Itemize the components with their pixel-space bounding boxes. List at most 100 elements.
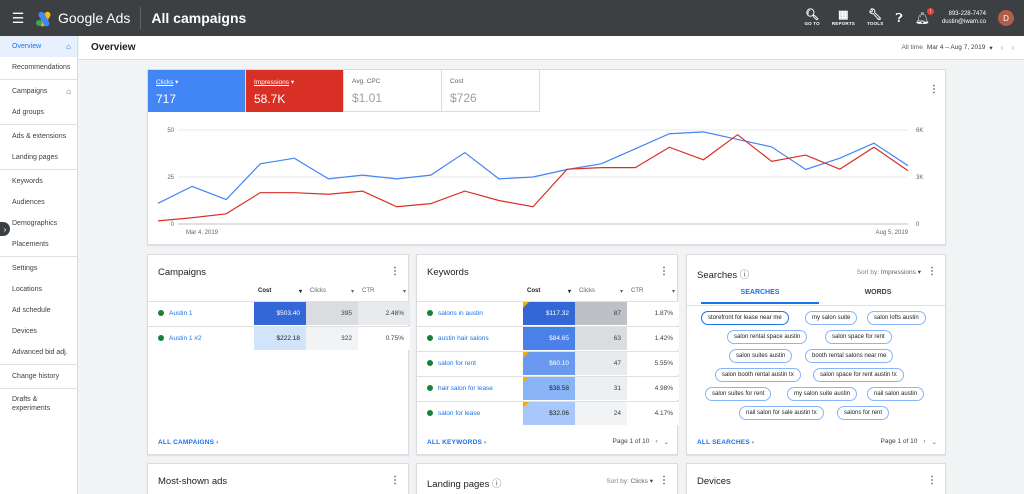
metric-avg-cpc[interactable]: Avg. CPC $1.01: [344, 70, 442, 112]
all-keywords-link[interactable]: ALL KEYWORDS ›: [427, 439, 486, 446]
search-term-chip[interactable]: salon suites austin: [729, 349, 793, 363]
tab-words[interactable]: WORDS: [819, 289, 937, 296]
landing-pages-card: Landing pages ⓘ Sort by: Clicks ▾ ⋮: [416, 463, 678, 494]
table-row[interactable]: Austin 1 $503.40 395 2.48%: [148, 301, 410, 325]
search-term-chip[interactable]: salon space for rent: [825, 330, 892, 344]
search-term-chip[interactable]: nail salon for sale austin tx: [739, 406, 824, 420]
expand-icon[interactable]: ⌄: [932, 438, 937, 446]
all-campaigns-link[interactable]: ALL CAMPAIGNS ›: [158, 439, 219, 446]
sidebar-item-ads-extensions[interactable]: Ads & extensions: [0, 126, 77, 147]
search-term-chip[interactable]: salon rental space austin: [727, 330, 808, 344]
landing-sort[interactable]: Sort by: Clicks ▾: [606, 477, 653, 485]
table-row[interactable]: salon for rent $60.10 47 5.55%: [417, 351, 679, 375]
search-term-chip[interactable]: nail salon austin: [867, 387, 925, 401]
menu-icon[interactable]: ☰: [4, 10, 32, 27]
tab-searches[interactable]: SEARCHES: [701, 289, 819, 304]
more-options-icon[interactable]: ⋮: [929, 84, 939, 95]
google-ads-logo[interactable]: Google Ads: [36, 10, 130, 28]
sidebar-item-keywords[interactable]: Keywords: [0, 171, 77, 192]
next-period-icon[interactable]: ›: [1011, 43, 1014, 52]
sort-dropdown-icon: ▾: [350, 289, 354, 295]
previous-period-icon[interactable]: ‹: [1001, 43, 1004, 52]
sidebar-item-campaigns[interactable]: Campaigns ⌂: [0, 81, 77, 102]
sidebar-item-landing-pages[interactable]: Landing pages: [0, 147, 77, 168]
column-header-clicks[interactable]: Clicks ▾: [310, 288, 354, 295]
search-term-chip[interactable]: my salon suite austin: [787, 387, 858, 401]
most-shown-ads-title: Most-shown ads: [158, 476, 228, 487]
table-row[interactable]: salons in austin $117.32 87 1.87%: [417, 301, 679, 325]
sidebar-item-advanced-bid-adj[interactable]: Advanced bid adj.: [0, 342, 77, 363]
search-term-chip[interactable]: salon suites for rent: [705, 387, 772, 401]
table-row[interactable]: salon for lease $32.06 24 4.17%: [417, 401, 679, 425]
more-options-icon[interactable]: ⋮: [659, 266, 669, 277]
sidebar-item-placements[interactable]: Placements: [0, 234, 77, 255]
go-to-button[interactable]: 🔍︎ GO TO: [804, 10, 819, 27]
account-info[interactable]: 893-228-7474 dustin@iwam.co: [942, 10, 986, 26]
sidebar-item-devices[interactable]: Devices: [0, 321, 77, 342]
sidebar-item-recommendations[interactable]: Recommendations: [0, 57, 77, 78]
previous-page-icon[interactable]: ‹: [923, 438, 925, 446]
searches-sort[interactable]: Sort by: Impressions ▾: [857, 268, 921, 276]
more-options-icon[interactable]: ⋮: [659, 475, 669, 486]
column-header-cost[interactable]: Cost ▾: [258, 288, 302, 295]
cell-clicks: 63: [575, 327, 627, 350]
search-term-chip[interactable]: storefront for lease near me: [701, 311, 789, 325]
sidebar-item-audiences[interactable]: Audiences: [0, 192, 77, 213]
help-circle-icon[interactable]: ⓘ: [492, 479, 502, 490]
row-name-link[interactable]: salons in austin: [438, 310, 483, 317]
row-name-link[interactable]: Austin 1: [169, 310, 193, 317]
row-name-link[interactable]: Austin 1 #2: [169, 335, 202, 342]
search-term-chip[interactable]: salon space for rent austin tx: [813, 368, 904, 382]
sidebar-item-overview[interactable]: Overview ⌂: [0, 36, 77, 57]
row-name-link[interactable]: salon for lease: [438, 410, 480, 417]
column-header-cost[interactable]: Cost ▾: [527, 288, 571, 295]
sidebar-item-change-history[interactable]: Change history: [0, 366, 77, 387]
search-term-chip[interactable]: my salon suite: [805, 311, 858, 325]
metric-impressions[interactable]: Impressions ▾ 58.7K: [246, 70, 344, 112]
column-header-ctr[interactable]: CTR ▾: [631, 288, 675, 295]
row-name-link[interactable]: austin hair salons: [438, 335, 489, 342]
row-name-link[interactable]: salon for rent: [438, 360, 476, 367]
search-term-chip[interactable]: salon booth rental austin tx: [715, 368, 801, 382]
sidebar-item-ad-groups[interactable]: Ad groups: [0, 102, 77, 123]
help-circle-icon[interactable]: ⓘ: [740, 270, 750, 281]
sidebar: Overview ⌂ Recommendations Campaigns ⌂ Ad gro…: [0, 36, 78, 494]
avatar[interactable]: D: [998, 10, 1014, 26]
search-term-chip[interactable]: salons for rent: [837, 406, 890, 420]
metric-cost[interactable]: Cost $726: [442, 70, 540, 112]
more-options-icon[interactable]: ⋮: [390, 475, 400, 486]
reports-button[interactable]: ▦ REPORTS: [831, 10, 856, 27]
date-range-picker[interactable]: All time Mar 4 – Aug 7, 2019 ▾ ‹ ›: [902, 43, 1014, 52]
row-name-link[interactable]: hair salon for lease: [438, 385, 493, 392]
table-row[interactable]: Austin 1 #2 $222.18 322 0.75%: [148, 326, 410, 350]
metric-clicks-value: 717: [156, 92, 177, 106]
sidebar-item-label: Locations: [12, 286, 42, 293]
sidebar-item-locations[interactable]: Locations: [0, 279, 77, 300]
sort-value: Clicks: [630, 478, 648, 485]
left-axis-tick-label: 0: [171, 222, 175, 228]
sidebar-item-demographics[interactable]: Demographics: [0, 213, 77, 234]
sort-dropdown-icon: ▾: [402, 289, 406, 295]
search-term-chip[interactable]: salon lofts austin: [867, 311, 926, 325]
table-row[interactable]: austin hair salons $84.65 63 1.42%: [417, 326, 679, 350]
tools-button[interactable]: 🔧︎ TOOLS: [867, 10, 883, 27]
reports-label: REPORTS: [831, 21, 856, 26]
sidebar-item-ad-schedule[interactable]: Ad schedule: [0, 300, 77, 321]
sidebar-item-label: Drafts & experiments: [12, 396, 51, 412]
all-searches-link[interactable]: ALL SEARCHES ›: [697, 439, 754, 446]
previous-page-icon[interactable]: ‹: [655, 438, 657, 446]
search-term-chip[interactable]: booth rental salons near me: [805, 349, 894, 363]
more-options-icon[interactable]: ⋮: [927, 475, 937, 486]
column-header-clicks[interactable]: Clicks ▾: [579, 288, 623, 295]
date-range-label: All time: [901, 44, 923, 51]
expand-icon[interactable]: ⌄: [664, 438, 669, 446]
help-icon[interactable]: ❓︎: [895, 11, 902, 26]
table-row[interactable]: hair salon for lease $38.58 31 4.98%: [417, 376, 679, 400]
notifications-icon[interactable]: 🔔︎!: [915, 8, 934, 25]
metric-clicks[interactable]: Clicks ▾ 717: [148, 70, 246, 112]
sidebar-item-drafts-experiments[interactable]: Drafts & experiments: [0, 390, 77, 418]
more-options-icon[interactable]: ⋮: [927, 266, 937, 277]
column-header-ctr[interactable]: CTR ▾: [362, 288, 406, 295]
sidebar-item-settings[interactable]: Settings: [0, 258, 77, 279]
more-options-icon[interactable]: ⋮: [390, 266, 400, 277]
